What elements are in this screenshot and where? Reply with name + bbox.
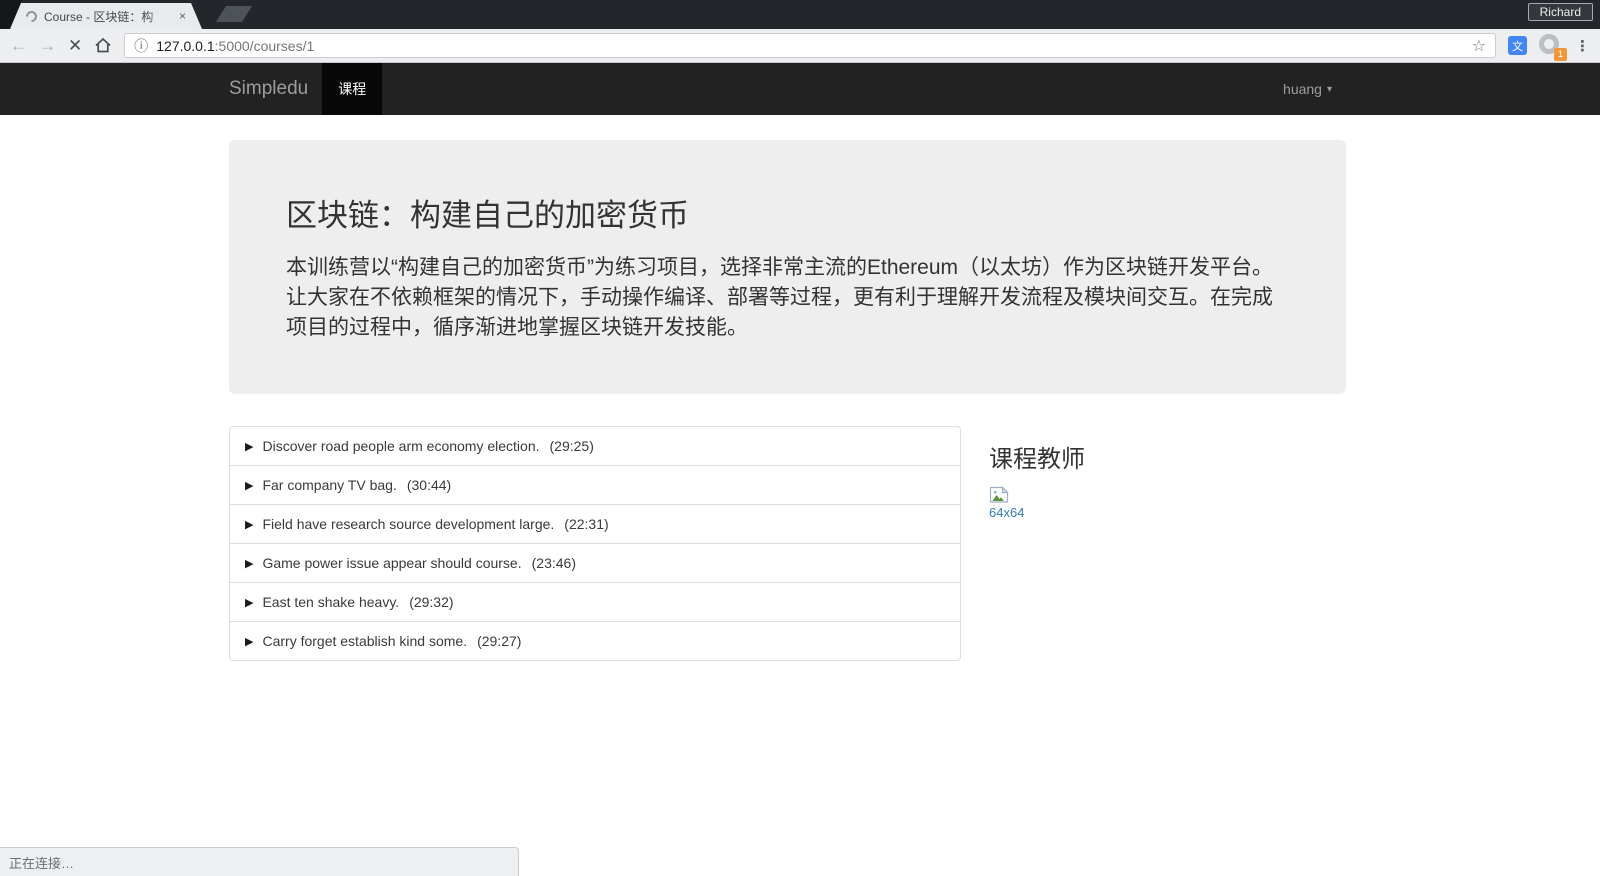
browser-toolbar: ← → ✕ ⓘ 127.0.0.1:5000/courses/1 ☆ 文 1 ⋮ xyxy=(0,29,1600,63)
lesson-title: Far company TV bag. xyxy=(262,477,397,494)
page-container: 区块链：构建自己的加密货币 本训练营以“构建自己的加密货币”为练习项目，选择非常… xyxy=(229,140,1346,662)
window-user-label: Richard xyxy=(1527,3,1593,21)
forward-icon[interactable]: → xyxy=(39,37,56,54)
main-row: ▶ Discover road people arm economy elect… xyxy=(229,426,1346,662)
lesson-title: Field have research source development l… xyxy=(262,516,555,533)
profile-badge: 1 xyxy=(1554,47,1567,61)
browser-status-bubble: 正在连接… xyxy=(0,847,519,876)
lesson-row[interactable]: ▶ Field have research source development… xyxy=(229,504,961,545)
play-icon: ▶ xyxy=(245,557,254,570)
address-bar[interactable]: ⓘ 127.0.0.1:5000/courses/1 ☆ xyxy=(124,33,1496,58)
lesson-row[interactable]: ▶ Carry forget establish kind some. (29:… xyxy=(229,621,961,662)
lesson-title: Game power issue appear should course. xyxy=(262,555,522,572)
lesson-row[interactable]: ▶ Game power issue appear should course.… xyxy=(229,543,961,584)
url-path: :5000/courses/1 xyxy=(214,37,315,54)
translate-icon[interactable]: 文 xyxy=(1508,36,1527,55)
status-text: 正在连接… xyxy=(9,855,75,871)
tab-strip: Course - 区块链：构 × Richard xyxy=(0,0,1600,29)
new-tab-button[interactable] xyxy=(216,6,252,22)
lesson-row[interactable]: ▶ East ten shake heavy. (29:32) xyxy=(229,582,961,623)
lesson-title: Discover road people arm economy electio… xyxy=(262,438,540,455)
play-icon: ▶ xyxy=(245,518,254,531)
teacher-image-alt: 64x64 xyxy=(989,505,1025,521)
bookmark-star-icon[interactable]: ☆ xyxy=(1472,36,1486,56)
course-description: 本训练营以“构建自己的加密货币”为练习项目，选择非常主流的Ethereum（以太… xyxy=(286,256,1274,339)
url-host: 127.0.0.1 xyxy=(156,37,215,54)
back-icon[interactable]: ← xyxy=(10,37,27,54)
site-navbar: Simpledu 课程 huang ▾ xyxy=(0,63,1600,115)
stop-icon[interactable]: ✕ xyxy=(68,37,82,54)
lesson-duration: (29:27) xyxy=(477,633,522,650)
lesson-duration: (29:32) xyxy=(409,594,454,611)
course-jumbotron: 区块链：构建自己的加密货币 本训练营以“构建自己的加密货币”为练习项目，选择非常… xyxy=(229,140,1346,395)
teacher-heading: 课程教师 xyxy=(989,446,1085,474)
browser-tab[interactable]: Course - 区块链：构 × xyxy=(10,3,202,29)
home-icon[interactable] xyxy=(94,37,112,54)
lesson-title: East ten shake heavy. xyxy=(262,594,400,611)
lesson-duration: (29:25) xyxy=(549,438,594,455)
teacher-avatar-link[interactable]: 64x64 xyxy=(989,486,1024,520)
play-icon: ▶ xyxy=(245,440,254,453)
teacher-sidebar: 课程教师 64x64 xyxy=(989,426,1346,522)
nav-item-courses[interactable]: 课程 xyxy=(322,63,383,115)
tab-close-icon[interactable]: × xyxy=(179,9,186,23)
navbar-container: Simpledu 课程 huang ▾ xyxy=(229,63,1346,115)
tab-title: Course - 区块链：构 xyxy=(44,9,154,24)
user-dropdown-label: huang xyxy=(1283,81,1322,97)
play-icon: ▶ xyxy=(245,635,254,648)
play-icon: ▶ xyxy=(245,479,254,492)
caret-down-icon: ▾ xyxy=(1326,83,1332,95)
lesson-title: Carry forget establish kind some. xyxy=(262,633,468,650)
lesson-duration: (22:31) xyxy=(564,516,609,533)
page-info-icon[interactable]: ⓘ xyxy=(134,36,148,56)
play-icon: ▶ xyxy=(245,596,254,609)
course-title: 区块链：构建自己的加密货币 xyxy=(286,198,689,233)
lesson-duration: (30:44) xyxy=(406,477,452,494)
url-text[interactable]: 127.0.0.1:5000/courses/1 xyxy=(156,38,314,54)
lesson-list: ▶ Discover road people arm economy elect… xyxy=(229,426,961,662)
tab-loading-spinner-icon xyxy=(24,8,40,24)
lesson-row[interactable]: ▶ Discover road people arm economy elect… xyxy=(229,426,961,467)
brand-link[interactable]: Simpledu xyxy=(229,78,308,100)
lesson-row[interactable]: ▶ Far company TV bag. (30:44) xyxy=(229,465,961,506)
broken-image-icon xyxy=(989,486,1024,504)
profile-button[interactable]: 1 xyxy=(1539,33,1567,61)
browser-menu-icon[interactable]: ⋮ xyxy=(1575,37,1590,55)
lesson-duration: (23:46) xyxy=(531,555,576,572)
user-dropdown[interactable]: huang ▾ xyxy=(1283,81,1346,97)
